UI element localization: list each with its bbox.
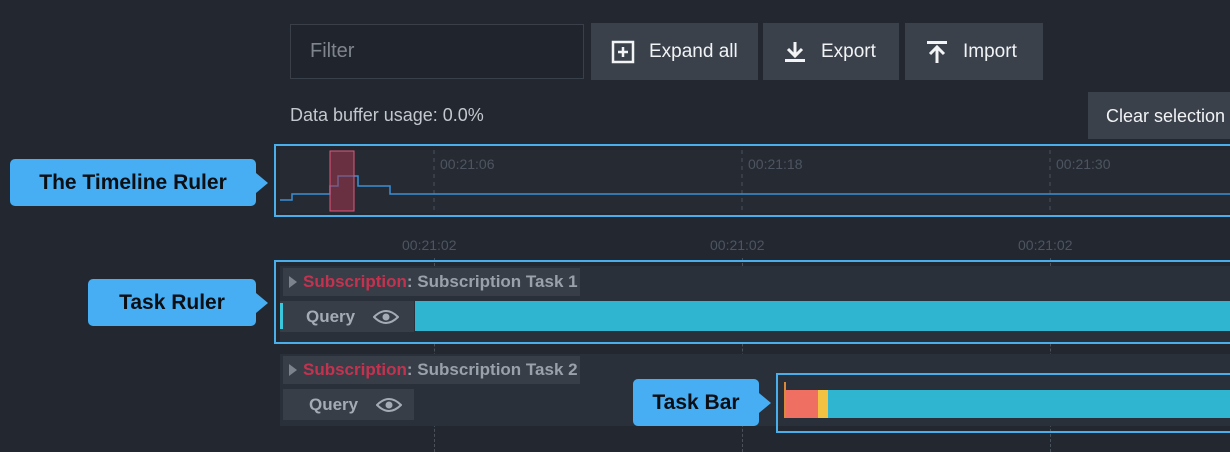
callout-timeline-ruler: The Timeline Ruler: [10, 159, 268, 206]
import-label: Import: [963, 40, 1017, 62]
task-name: Subscription Task 2: [417, 360, 578, 379]
timeline-ruler-highlight: [274, 144, 1230, 217]
export-button[interactable]: Export: [763, 23, 899, 80]
filter-input[interactable]: [290, 24, 584, 79]
task-bar-highlight: [776, 373, 1230, 433]
ruler-tick: 00:21:02: [402, 237, 457, 253]
expand-all-label: Expand all: [649, 40, 738, 62]
expand-icon: [611, 40, 635, 63]
eye-icon[interactable]: [376, 397, 403, 413]
clear-selection-button[interactable]: Clear selection: [1088, 92, 1230, 139]
import-button[interactable]: Import: [905, 23, 1043, 80]
task-colon: :: [406, 360, 418, 379]
query-label: Query: [309, 394, 359, 414]
download-icon: [785, 41, 805, 62]
ruler-tick: 00:21:02: [710, 237, 765, 253]
callout-text: Task Bar: [652, 390, 740, 414]
callout-task-bar: Task Bar: [633, 379, 771, 426]
callout-text: Task Ruler: [119, 290, 225, 314]
export-label: Export: [821, 40, 876, 62]
task-prefix: Subscription: [303, 360, 407, 379]
expand-arrow-icon[interactable]: [289, 364, 297, 376]
query-button-2[interactable]: Query: [283, 389, 414, 420]
ruler-tick: 00:21:02: [1018, 237, 1073, 253]
expand-all-button[interactable]: Expand all: [591, 23, 758, 80]
task-ruler-highlight: [274, 260, 1230, 344]
task-header-2[interactable]: Subscription : Subscription Task 2: [283, 356, 580, 384]
upload-icon: [927, 40, 947, 63]
callout-task-ruler: Task Ruler: [88, 279, 268, 326]
callout-text: The Timeline Ruler: [39, 170, 227, 194]
buffer-usage-text: Data buffer usage: 0.0%: [290, 105, 484, 125]
